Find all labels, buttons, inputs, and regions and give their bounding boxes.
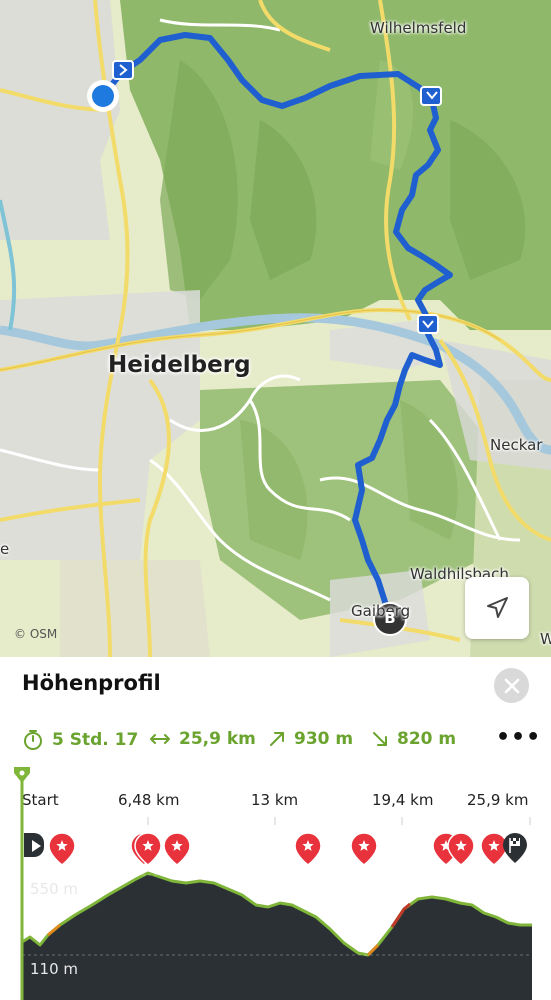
more-options-button[interactable]: ••• [496, 725, 540, 755]
close-button[interactable] [494, 668, 529, 703]
ascent-value: 930 m [294, 729, 354, 749]
descent-stat: 820 m [371, 729, 456, 749]
city-label: Heidelberg [108, 352, 251, 378]
descent-arrow-icon [373, 732, 387, 746]
poi-star-pin[interactable] [480, 832, 508, 866]
altitude-label: 550 m [30, 880, 79, 898]
map-base [0, 0, 551, 657]
elevation-chart[interactable] [0, 767, 551, 1000]
route-direction-marker [420, 86, 442, 106]
route-direction-marker [417, 314, 439, 334]
place-label: Gaiberg [351, 602, 411, 620]
route-start-dot[interactable] [87, 80, 119, 112]
elevation-panel: Höhenprofil 5 Std. 17 25,9 km 930 m 820 … [0, 657, 551, 1000]
poi-star-pin[interactable] [163, 832, 191, 866]
place-label: e [0, 540, 10, 558]
stopwatch-icon [24, 730, 42, 750]
distance-stat: 25,9 km [149, 729, 256, 749]
map-view[interactable]: Wilhelmsfeld Neckar Waldhilsbach Gaiberg… [0, 0, 551, 657]
poi-star-pin[interactable] [48, 832, 76, 866]
poi-star-pin[interactable] [350, 832, 378, 866]
close-icon [504, 678, 519, 693]
duration-value: 5 Std. 17 [52, 730, 139, 750]
start-flag-icon [24, 833, 44, 857]
descent-value: 820 m [397, 729, 457, 749]
panel-title: Höhenprofil [22, 671, 161, 695]
end-marker-label: B [384, 609, 396, 627]
distance-value: 25,9 km [179, 729, 256, 749]
finish-flag-icon [503, 833, 527, 863]
place-label: Wilhelmsfeld [370, 19, 467, 37]
ascent-arrow-icon [270, 732, 284, 746]
place-label: Neckar [490, 436, 543, 454]
poi-star-pin[interactable] [294, 832, 322, 866]
ascent-stat: 930 m [268, 729, 353, 749]
navigation-arrow-icon [487, 597, 508, 618]
route-direction-marker [112, 60, 134, 80]
altitude-label: 110 m [30, 960, 79, 978]
duration-stat: 5 Std. 17 [22, 729, 138, 751]
map-attribution: © OSM [14, 627, 58, 641]
horizontal-arrows-icon [150, 734, 170, 744]
locate-button[interactable] [465, 577, 529, 639]
place-label: W [540, 630, 551, 648]
route-stats: 5 Std. 17 25,9 km 930 m 820 m ••• [22, 725, 540, 755]
